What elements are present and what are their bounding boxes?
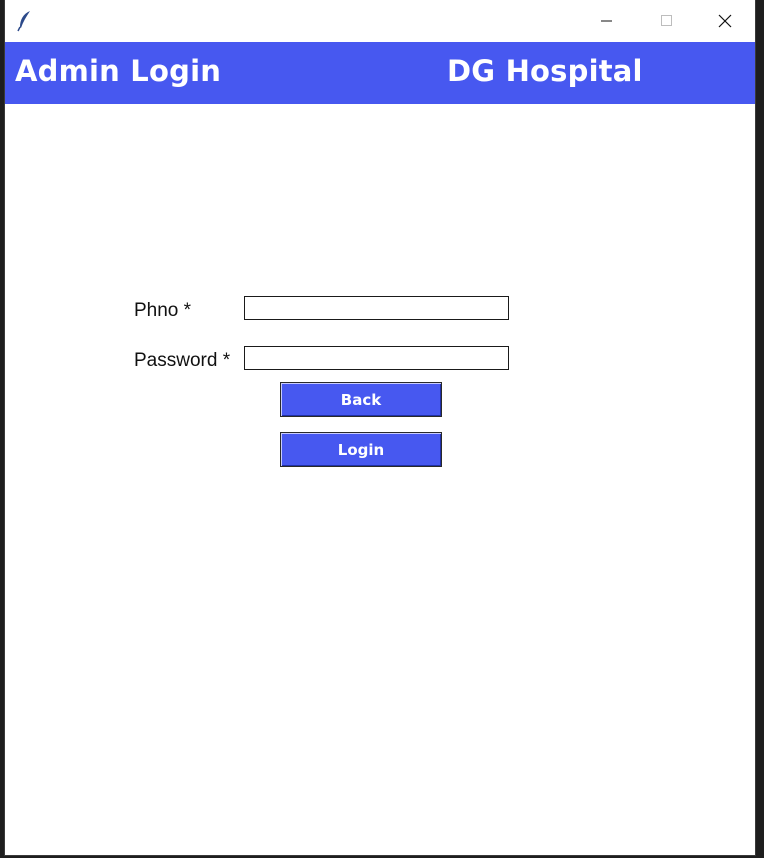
app-window: Admin Login DG Hospital Phno * Password … <box>5 0 755 855</box>
login-button[interactable]: Login <box>280 432 442 467</box>
feather-icon <box>17 10 33 32</box>
maximize-icon <box>661 15 672 26</box>
header-bar: Admin Login DG Hospital <box>5 42 755 104</box>
close-button[interactable] <box>695 0 755 42</box>
title-bar[interactable] <box>5 0 755 42</box>
password-label: Password * <box>134 350 231 371</box>
phno-label: Phno * <box>134 300 192 321</box>
minimize-icon <box>601 20 612 22</box>
password-input[interactable] <box>244 346 509 370</box>
minimize-button[interactable] <box>577 0 637 42</box>
close-icon <box>718 14 732 28</box>
phno-input[interactable] <box>244 296 509 320</box>
back-button[interactable]: Back <box>280 382 442 417</box>
page-title: Admin Login <box>15 54 222 88</box>
hospital-name: DG Hospital <box>447 54 643 88</box>
maximize-button[interactable] <box>637 0 697 42</box>
